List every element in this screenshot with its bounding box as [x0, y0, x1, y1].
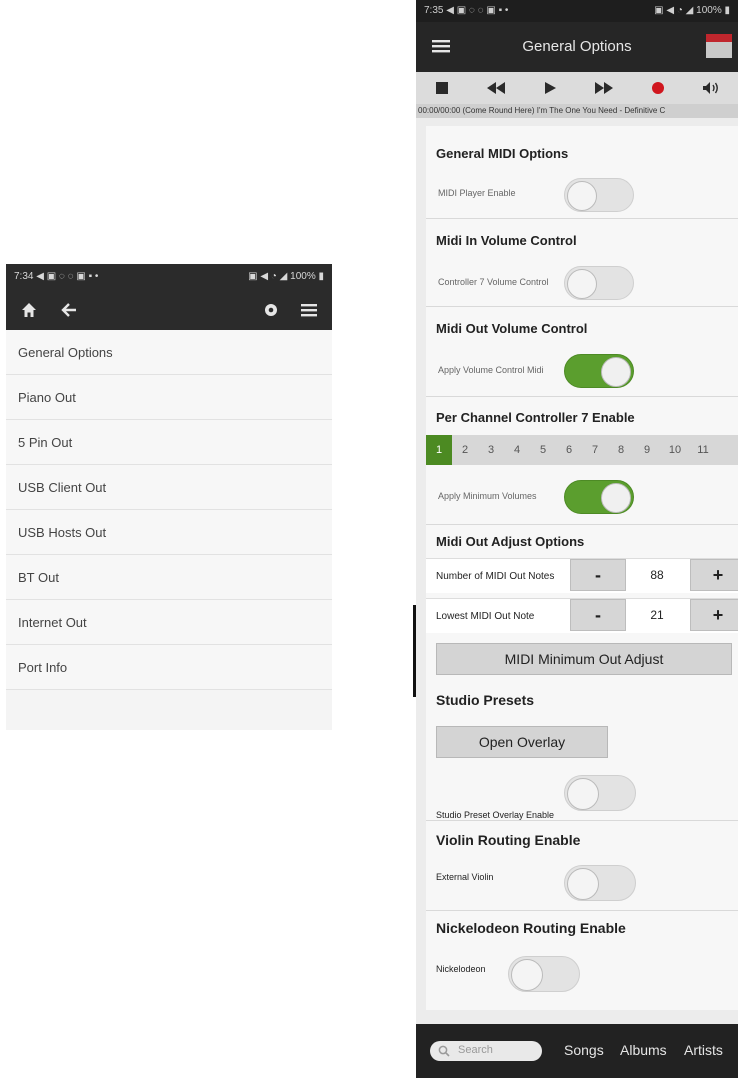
now-playing-ticker: 00:00/00:00 (Come Round Here) I'm The On…	[416, 104, 738, 118]
section-title-midi-in-volume: Midi In Volume Control	[436, 233, 577, 248]
status-bar: 7:34 ◀ ▣ ◌ ◌ ▣ ▪ • ▣ ◀ ◔ ◢ 100% ▮	[6, 264, 332, 290]
channel-button[interactable]: 4	[504, 435, 530, 465]
fast-forward-icon[interactable]	[594, 81, 614, 95]
toolbar	[6, 290, 332, 330]
section-title-midi-out-adjust: Midi Out Adjust Options	[436, 534, 585, 549]
rewind-icon[interactable]	[486, 81, 506, 95]
settings-button[interactable]	[256, 296, 286, 324]
divider	[426, 524, 738, 525]
status-indicators: ▣ ◀ ◔ ◢ 100% ▮	[248, 271, 324, 282]
record-icon[interactable]	[651, 81, 665, 95]
section-title-general-midi: General MIDI Options	[436, 146, 569, 161]
apply-volume-control-toggle[interactable]	[564, 354, 634, 388]
menu-item-port-info[interactable]: Port Info	[6, 645, 332, 690]
search-input[interactable]: Search	[430, 1041, 542, 1061]
divider	[426, 306, 738, 307]
open-overlay-button[interactable]: Open Overlay	[436, 726, 608, 758]
menu-item-internet-out[interactable]: Internet Out	[6, 600, 332, 645]
apply-volume-control-label: Apply Volume Control Midi	[438, 365, 544, 375]
page-title: General Options	[522, 38, 632, 55]
right-phone-screen: 7:35 ◀ ▣ ◌ ◌ ▣ ▪ • ▣ ◀ ◔ ◢ 100% ▮ Genera…	[416, 0, 738, 1078]
channel-button[interactable]: 10	[660, 435, 690, 465]
status-time: 7:34 ◀ ▣ ◌ ◌ ▣ ▪ •	[14, 271, 99, 282]
divider	[426, 910, 738, 911]
tab-albums[interactable]: Albums	[620, 1042, 667, 1058]
notes-value: 88	[650, 568, 664, 582]
hamburger-icon	[301, 304, 317, 317]
back-button[interactable]	[54, 296, 84, 324]
status-bar: 7:35 ◀ ▣ ◌ ◌ ▣ ▪ • ▣ ◀ ◔ ◢ 100% ▮	[416, 0, 738, 22]
channel-button[interactable]: 9	[634, 435, 660, 465]
channel-button[interactable]: 11	[690, 435, 716, 465]
lowest-decrement-button[interactable]: -	[570, 599, 626, 631]
menu-item-piano-out[interactable]: Piano Out	[6, 375, 332, 420]
external-violin-toggle[interactable]	[564, 865, 636, 901]
search-icon	[438, 1045, 450, 1057]
channel-button[interactable]: 8	[608, 435, 634, 465]
play-icon[interactable]	[543, 81, 557, 95]
arrow-left-icon	[61, 303, 76, 317]
midi-player-enable-label: MIDI Player Enable	[438, 188, 516, 198]
nickelodeon-label: Nickelodeon	[436, 964, 486, 974]
nickelodeon-toggle[interactable]	[508, 956, 580, 992]
channel-button[interactable]: 3	[478, 435, 504, 465]
lowest-note-row: Lowest MIDI Out Note - 21 +	[426, 598, 738, 633]
tab-artists[interactable]: Artists	[684, 1042, 723, 1058]
lowest-increment-button[interactable]: +	[690, 599, 738, 631]
left-phone-screen: 7:34 ◀ ▣ ◌ ◌ ▣ ▪ • ▣ ◀ ◔ ◢ 100% ▮ Genera…	[6, 264, 332, 730]
status-indicators: ▣ ◀ ◔ ◢ 100% ▮	[654, 5, 730, 16]
lowest-note-label: Lowest MIDI Out Note	[436, 611, 535, 622]
bottom-nav-bar: Search Songs Albums Artists	[416, 1024, 738, 1078]
studio-overlay-toggle[interactable]	[564, 775, 636, 811]
channel-button[interactable]: 5	[530, 435, 556, 465]
channel-button[interactable]: 1	[426, 435, 452, 465]
stop-icon[interactable]	[435, 81, 449, 95]
title-bar: General Options	[416, 22, 738, 72]
menu-item-usb-client-out[interactable]: USB Client Out	[6, 465, 332, 510]
divider	[426, 218, 738, 219]
menu-item-usb-hosts-out[interactable]: USB Hosts Out	[6, 510, 332, 555]
search-placeholder: Search	[458, 1044, 493, 1056]
divider	[426, 820, 738, 821]
volume-icon[interactable]	[702, 81, 720, 95]
channel-button[interactable]: 7	[582, 435, 608, 465]
midi-out-notes-row: Number of MIDI Out Notes - 88 +	[426, 558, 738, 593]
apply-minimum-volumes-toggle[interactable]	[564, 480, 634, 514]
home-button[interactable]	[14, 296, 44, 324]
notes-increment-button[interactable]: +	[690, 559, 738, 591]
options-menu: General Options Piano Out 5 Pin Out USB …	[6, 330, 332, 690]
tab-songs[interactable]: Songs	[564, 1042, 604, 1058]
menu-item-general-options[interactable]: General Options	[6, 330, 332, 375]
channel-selector: 1 2 3 4 5 6 7 8 9 10 11	[426, 435, 738, 465]
section-title-nickelodeon: Nickelodeon Routing Enable	[436, 920, 626, 936]
transport-bar	[416, 72, 738, 104]
channel-button[interactable]: 6	[556, 435, 582, 465]
menu-item-5-pin-out[interactable]: 5 Pin Out	[6, 420, 332, 465]
studio-overlay-label: Studio Preset Overlay Enable	[436, 810, 555, 820]
home-icon	[22, 303, 36, 317]
lowest-note-value: 21	[650, 608, 664, 622]
channel-button[interactable]: 2	[452, 435, 478, 465]
midi-player-enable-toggle[interactable]	[564, 178, 634, 212]
midi-out-notes-label: Number of MIDI Out Notes	[436, 571, 555, 582]
midi-minimum-out-adjust-button[interactable]: MIDI Minimum Out Adjust	[436, 643, 732, 675]
apply-minimum-volumes-label: Apply Minimum Volumes	[438, 491, 537, 501]
controller-7-volume-toggle[interactable]	[564, 266, 634, 300]
gear-icon	[265, 304, 277, 316]
menu-button[interactable]	[294, 296, 324, 324]
menu-item-bt-out[interactable]: BT Out	[6, 555, 332, 600]
app-logo	[706, 34, 732, 58]
external-violin-label: External Violin	[436, 872, 494, 882]
section-title-violin: Violin Routing Enable	[436, 832, 581, 848]
controller-7-volume-label: Controller 7 Volume Control	[438, 277, 549, 287]
section-title-studio-presets: Studio Presets	[436, 692, 535, 708]
status-time: 7:35 ◀ ▣ ◌ ◌ ▣ ▪ •	[424, 5, 509, 16]
section-title-midi-out-volume: Midi Out Volume Control	[436, 321, 588, 336]
notes-decrement-button[interactable]: -	[570, 559, 626, 591]
section-title-per-channel: Per Channel Controller 7 Enable	[436, 410, 635, 425]
divider	[426, 396, 738, 397]
